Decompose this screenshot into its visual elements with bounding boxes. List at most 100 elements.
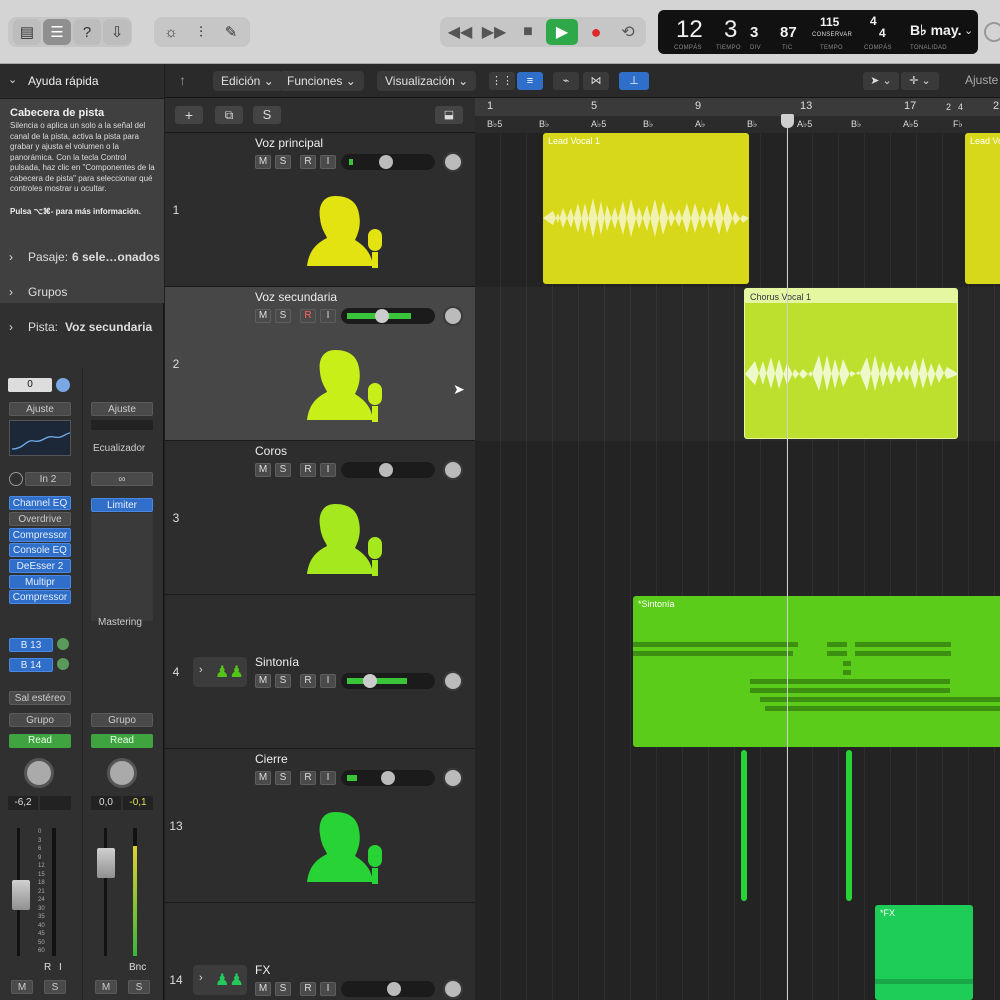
audio-region[interactable] <box>741 750 747 901</box>
plugin-slots-empty[interactable] <box>91 513 153 621</box>
mute-button[interactable]: M <box>255 771 271 785</box>
volume-fader[interactable] <box>12 880 30 910</box>
plugin-slot[interactable]: Limiter <box>91 498 153 512</box>
settings-label[interactable]: Ajuste <box>965 73 998 87</box>
brightness-icon[interactable]: ☼ <box>157 19 185 45</box>
volume-fader[interactable] <box>97 848 115 878</box>
overflow-icon[interactable] <box>984 22 1000 42</box>
mute-button[interactable]: M <box>255 674 271 688</box>
pan-knob[interactable] <box>24 758 54 788</box>
solo-button[interactable]: S <box>128 980 150 994</box>
mixer-icon[interactable]: ⫶ <box>187 19 215 45</box>
input-monitor-button[interactable]: I <box>320 771 336 785</box>
library-icon[interactable]: ▤ <box>13 19 41 45</box>
input-monitor-button[interactable]: I <box>59 962 62 973</box>
mute-button[interactable]: M <box>95 980 117 994</box>
lcd-display[interactable]: 12 3 3 87 COMPÁS TIEMPO DIV TIC 115 CONS… <box>658 10 978 54</box>
settings-button[interactable]: Ajuste <box>91 402 153 416</box>
track-name[interactable]: Voz secundaria <box>255 290 337 304</box>
playhead-handle[interactable] <box>781 114 794 128</box>
track-name[interactable]: Sintonía <box>255 655 299 669</box>
send-knob[interactable] <box>57 638 69 650</box>
cycle-icon[interactable]: ⟲ <box>614 19 642 45</box>
pan-knob[interactable] <box>443 768 463 788</box>
automation-mode-button[interactable]: Read <box>9 734 71 748</box>
pointer-tool-icon[interactable]: ➤ ⌄ <box>863 72 899 90</box>
grid-icon[interactable]: ⋮⋮ <box>489 72 515 90</box>
quick-help-header[interactable]: ⌄ Ayuda rápida <box>0 64 164 98</box>
volume-thumb[interactable] <box>379 463 393 477</box>
input-monitor-button[interactable]: I <box>320 309 336 323</box>
send-slot[interactable]: B 13 <box>9 638 53 652</box>
volume-slider[interactable] <box>341 981 435 997</box>
volume-slider[interactable] <box>341 673 435 689</box>
edit-menu[interactable]: Edición ⌄ <box>213 71 282 91</box>
volume-thumb[interactable] <box>381 771 395 785</box>
track-header[interactable]: 13 Cierre M S R I <box>165 749 475 903</box>
solo-button[interactable]: S <box>275 674 291 688</box>
gain-knob[interactable] <box>56 378 70 392</box>
automation-mode-button[interactable]: Read <box>91 734 153 748</box>
pan-knob[interactable] <box>443 979 463 999</box>
stop-icon[interactable]: ■ <box>514 19 542 45</box>
play-icon[interactable]: ▶ <box>546 19 578 45</box>
solo-button[interactable]: S <box>275 309 291 323</box>
folder-stack[interactable]: › ♟♟ <box>193 657 247 687</box>
volume-thumb[interactable] <box>375 309 389 323</box>
output-button[interactable]: Sal estéreo <box>9 691 71 705</box>
audio-region[interactable]: Lead Vocal 1 <box>965 133 1000 284</box>
volume-slider[interactable] <box>341 770 435 786</box>
volume-slider[interactable] <box>341 154 435 170</box>
back-icon[interactable]: ↑ <box>179 72 186 88</box>
input-monitor-button[interactable]: I <box>320 674 336 688</box>
tracks-area[interactable]: 1 5 9 13 17 2 4 2 B♭5 B♭ A♭5 B♭ A♭ B♭ A♭… <box>475 98 1000 1000</box>
record-enable-button[interactable]: R <box>300 463 316 477</box>
track-name[interactable]: Coros <box>255 444 287 458</box>
mute-button[interactable]: M <box>255 463 271 477</box>
pan-knob[interactable] <box>443 306 463 326</box>
record-enable-button[interactable]: R <box>300 674 316 688</box>
automation-icon[interactable]: ⌁ <box>553 72 579 90</box>
solo-button[interactable]: S <box>275 771 291 785</box>
catch-icon[interactable]: ⬓ <box>435 106 463 124</box>
flex-icon[interactable]: ⋈ <box>583 72 609 90</box>
audio-region[interactable]: Lead Vocal 1 <box>543 133 749 284</box>
send-knob[interactable] <box>57 658 69 670</box>
add-track-button[interactable]: + <box>175 106 203 124</box>
disclosure-icon[interactable]: › <box>199 664 203 676</box>
mute-button[interactable]: M <box>255 309 271 323</box>
input-monitor-button[interactable]: I <box>320 463 336 477</box>
inspector-groups-row[interactable]: › Grupos <box>0 275 164 309</box>
midi-region[interactable]: *FX <box>875 905 973 1000</box>
plugin-slot[interactable]: Overdrive <box>9 512 71 526</box>
pencil-icon[interactable]: ✎ <box>217 19 245 45</box>
track-header[interactable]: 4 › ♟♟ Sintonía M S R I <box>165 595 475 749</box>
mute-button[interactable]: M <box>255 982 271 996</box>
eq-thumbnail[interactable] <box>9 420 71 456</box>
record-enable-button[interactable]: R <box>44 962 51 973</box>
audio-region[interactable] <box>846 750 852 901</box>
track-name[interactable]: FX <box>255 963 270 977</box>
download-icon[interactable]: ⇩ <box>103 19 131 45</box>
plugin-slot[interactable]: Compressor <box>9 590 71 604</box>
inspector-icon[interactable]: ☰ <box>43 19 71 45</box>
solo-button[interactable]: S <box>275 463 291 477</box>
link-icon[interactable]: ∞ <box>91 472 153 486</box>
pan-knob[interactable] <box>443 671 463 691</box>
list-icon[interactable]: ≡ <box>517 72 543 90</box>
record-enable-button[interactable]: R <box>300 155 316 169</box>
track-header[interactable]: 3 Coros M S R I <box>165 441 475 595</box>
audio-region[interactable]: Chorus Vocal 1 <box>744 288 958 439</box>
folder-stack[interactable]: › ♟♟ <box>193 965 247 995</box>
bounce-button[interactable]: Bnc <box>129 962 146 973</box>
plugin-slot[interactable]: DeEsser 2 <box>9 559 71 573</box>
functions-menu[interactable]: Funciones ⌄ <box>279 71 364 91</box>
pan-knob[interactable] <box>443 152 463 172</box>
solo-button[interactable]: S <box>44 980 66 994</box>
volume-thumb[interactable] <box>379 155 393 169</box>
input-monitor-button[interactable]: I <box>320 155 336 169</box>
input-button[interactable]: In 2 <box>25 472 71 486</box>
track-header[interactable]: 14 › ♟♟ FX M S R I <box>165 903 475 1000</box>
chord-track[interactable]: B♭5 B♭ A♭5 B♭ A♭ B♭ A♭5 B♭ A♭5 F♭ <box>475 116 1000 133</box>
track-name[interactable]: Voz principal <box>255 136 323 150</box>
